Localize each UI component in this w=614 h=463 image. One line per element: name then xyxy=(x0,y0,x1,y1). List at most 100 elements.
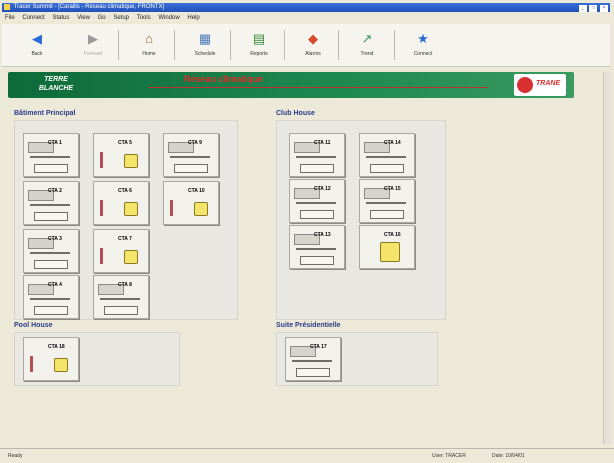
ahu-unit[interactable]: CTA 10 xyxy=(163,181,219,225)
fan-coils-icon xyxy=(370,164,404,173)
toolbar-separator xyxy=(174,30,175,60)
schedule-icon: ▦ xyxy=(198,31,212,46)
brand-name: TRANE xyxy=(536,80,561,87)
trend-button[interactable]: ↗ Trend xyxy=(348,26,386,64)
connect-label: Connect xyxy=(413,51,433,57)
toolbar-separator xyxy=(338,30,339,60)
unit-label: CTA 14 xyxy=(384,140,401,146)
menu-go[interactable]: Go xyxy=(95,13,109,23)
minimize-button[interactable]: _ xyxy=(578,5,587,12)
app-icon xyxy=(4,4,10,10)
group-title: Suite Présidentielle xyxy=(276,322,341,329)
unit-label: CTA 12 xyxy=(314,186,331,192)
fan-coils-icon xyxy=(300,164,334,173)
unit-label: CTA 16 xyxy=(384,232,401,238)
unit-label: CTA 3 xyxy=(48,236,62,242)
fan-coils-icon xyxy=(300,256,334,265)
ahu-unit[interactable]: CTA 9 xyxy=(163,133,219,177)
unit-label: CTA 8 xyxy=(118,282,132,288)
home-button[interactable]: ⌂ Home xyxy=(130,26,168,64)
menu-status[interactable]: Status xyxy=(49,13,72,23)
rail-icon xyxy=(366,202,406,204)
ahu-unit[interactable]: CTA 12 xyxy=(289,179,345,223)
trend-label: Trend xyxy=(360,51,374,57)
menu-file[interactable]: File xyxy=(2,13,18,23)
group-title: Bâtiment Principal xyxy=(14,110,76,117)
menu-connect[interactable]: Connect xyxy=(19,13,47,23)
ahu-unit[interactable]: CTA 18 xyxy=(23,337,79,381)
ahu-unit[interactable]: CTA 13 xyxy=(289,225,345,269)
site-name-line1: TERRE xyxy=(44,76,68,83)
thermometer-icon xyxy=(170,200,173,216)
menu-setup[interactable]: Setup xyxy=(110,13,132,23)
vertical-scrollbar[interactable] xyxy=(603,72,612,444)
menu-help[interactable]: Help xyxy=(184,13,202,23)
maximize-button[interactable]: □ xyxy=(589,5,598,12)
menu-window[interactable]: Window xyxy=(155,13,182,23)
status-user: User: TRACER xyxy=(432,453,466,459)
back-icon: ◀ xyxy=(32,31,42,46)
fan-coils-icon xyxy=(34,260,68,269)
ahu-unit[interactable]: CTA 17 xyxy=(285,337,341,381)
unit-label: CTA 5 xyxy=(118,140,132,146)
title-underline xyxy=(148,87,488,88)
unit-label: CTA 13 xyxy=(314,232,331,238)
fan-coils-icon xyxy=(34,164,68,173)
unit-label: CTA 7 xyxy=(118,236,132,242)
ahu-unit[interactable]: CTA 3 xyxy=(23,229,79,273)
ahu-unit[interactable]: CTA 7 xyxy=(93,229,149,273)
unit-label: CTA 2 xyxy=(48,188,62,194)
rail-icon xyxy=(170,156,210,158)
thermometer-icon xyxy=(100,200,103,216)
rail-icon xyxy=(296,156,336,158)
forward-button[interactable]: ▶ Forward xyxy=(74,26,112,64)
rail-icon xyxy=(30,252,70,254)
reports-button[interactable]: ▤ Reports xyxy=(240,26,278,64)
thermometer-icon xyxy=(30,356,33,372)
ahu-unit[interactable]: CTA 11 xyxy=(289,133,345,177)
toolbar-separator xyxy=(394,30,395,60)
ahu-unit[interactable]: CTA 14 xyxy=(359,133,415,177)
ahu-unit[interactable]: CTA 1 xyxy=(23,133,79,177)
header-banner: TERRE BLANCHE Réseau climatique TRANE xyxy=(8,72,574,98)
window-title: Tracer Summit - [Carallis - Réseau clima… xyxy=(13,4,165,10)
ahu-unit[interactable]: CTA 8 xyxy=(93,275,149,319)
back-button[interactable]: ◀ Back xyxy=(18,26,56,64)
logo-circle-icon xyxy=(517,77,533,93)
group-panel: CTA 11 CTA 14 CTA 12 CTA 15 CTA 13 CTA 1… xyxy=(276,120,446,320)
ahu-unit[interactable]: CTA 5 xyxy=(93,133,149,177)
ahu-unit[interactable]: CTA 2 xyxy=(23,181,79,225)
close-button[interactable]: × xyxy=(600,5,608,12)
rail-icon xyxy=(30,204,70,206)
unit-label: CTA 17 xyxy=(310,344,327,350)
menu-tools[interactable]: Tools xyxy=(134,13,154,23)
ahu-unit[interactable]: CTA 4 xyxy=(23,275,79,319)
rail-icon xyxy=(292,360,332,362)
unit-label: CTA 11 xyxy=(314,140,331,146)
bulb-icon xyxy=(194,202,208,216)
site-name-line2: BLANCHE xyxy=(38,85,74,92)
home-icon: ⌂ xyxy=(145,31,153,46)
toolbar-separator xyxy=(284,30,285,60)
group-panel: CTA 17 xyxy=(276,332,438,386)
rail-icon xyxy=(366,156,406,158)
rail-icon xyxy=(100,298,140,300)
alarms-button[interactable]: ◆ Alarms xyxy=(294,26,332,64)
group-title: Club House xyxy=(276,110,315,117)
thermometer-icon xyxy=(100,248,103,264)
alarms-icon: ◆ xyxy=(308,31,318,46)
ahu-unit[interactable]: CTA 6 xyxy=(93,181,149,225)
rail-icon xyxy=(30,298,70,300)
schedule-label: Schedule xyxy=(194,51,216,57)
ahu-unit[interactable]: CTA 16 xyxy=(359,225,415,269)
bulb-icon xyxy=(124,154,138,168)
schedule-button[interactable]: ▦ Schedule xyxy=(186,26,224,64)
status-bar: Ready User: TRACER Date: 10/04/01 xyxy=(0,448,614,463)
menu-view[interactable]: View xyxy=(74,13,93,23)
bulb-icon xyxy=(380,242,400,262)
window-controls: _ □ × xyxy=(578,4,608,12)
status-date: Date: 10/04/01 xyxy=(492,453,525,459)
connect-button[interactable]: ★ Connect xyxy=(404,26,442,64)
bulb-icon xyxy=(124,202,138,216)
ahu-unit[interactable]: CTA 15 xyxy=(359,179,415,223)
